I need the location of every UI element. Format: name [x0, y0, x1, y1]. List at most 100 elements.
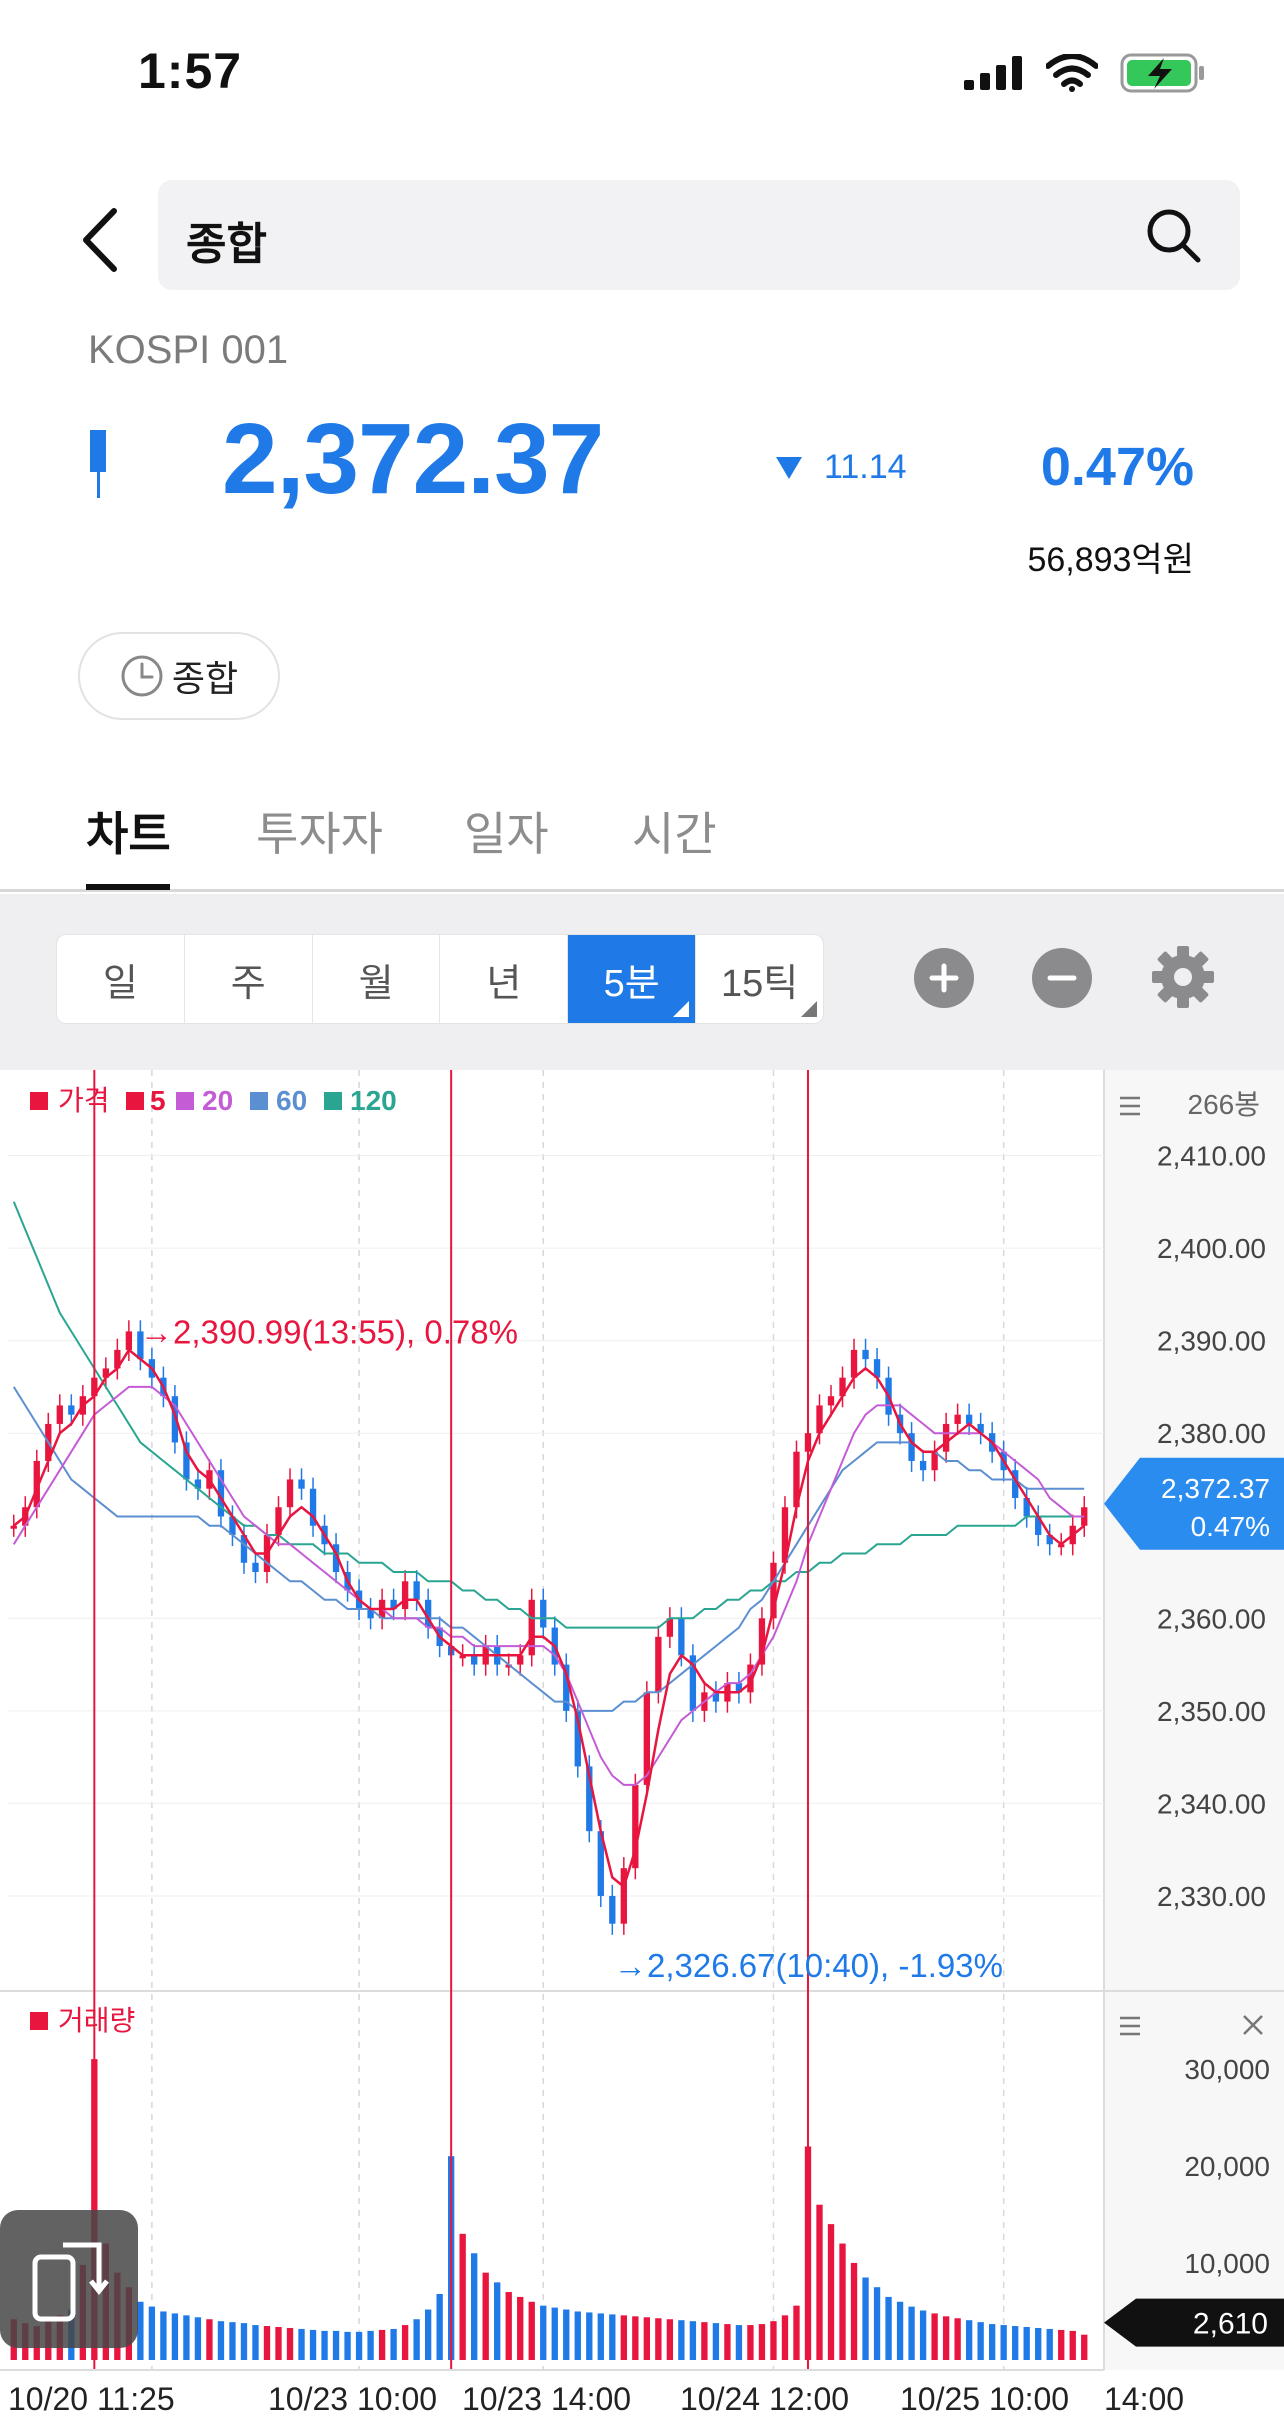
- rotate-screen-button[interactable]: [0, 2210, 138, 2348]
- volume-bar: [919, 2310, 927, 2360]
- corner-triangle-icon: [800, 1001, 817, 1017]
- period-year[interactable]: 년: [440, 935, 569, 1023]
- period-week[interactable]: 주: [185, 935, 313, 1023]
- chart-area[interactable]: 가격 5 20 60 120 266봉 2,410.00 2,400.00 2,39…: [0, 1070, 1284, 2422]
- y-tick-label: 2,380.00: [1157, 1418, 1266, 1449]
- period-day[interactable]: 일: [57, 935, 185, 1023]
- period-day-label: 일: [102, 962, 138, 1005]
- price-candle: [954, 1414, 961, 1424]
- volume-bar: [781, 2315, 789, 2360]
- volume-bar: [517, 2296, 524, 2360]
- chevron-left-icon: [83, 208, 117, 272]
- wifi-icon: [1046, 54, 1098, 92]
- volume-bar: [1000, 2325, 1007, 2360]
- x-tick-label: 10/23 10:00: [268, 2381, 437, 2417]
- tab-daily[interactable]: 일자: [464, 798, 549, 864]
- tab-underline: [86, 884, 170, 890]
- volume-bar: [678, 2320, 685, 2360]
- period-month-label: 월: [358, 962, 394, 1005]
- volume-bar: [321, 2330, 328, 2360]
- volume-bar: [666, 2319, 674, 2360]
- legend-swatch-ma5: [126, 1092, 144, 1110]
- volume-bar: [355, 2331, 363, 2360]
- volume-bar: [701, 2322, 708, 2360]
- volume-bar: [378, 2329, 386, 2360]
- volume-bar: [551, 2307, 558, 2360]
- volume-bar: [632, 2316, 639, 2360]
- trade-amount: 56,893억원: [1027, 541, 1194, 579]
- volume-bar: [712, 2323, 720, 2360]
- price-candle: [125, 1331, 133, 1350]
- volume-bar: [586, 2312, 593, 2360]
- x-tick-label: 10/23 14:00: [462, 2381, 631, 2417]
- period-15tick-label: 15틱: [720, 962, 799, 1005]
- volume-bar: [332, 2330, 340, 2360]
- price-chart[interactable]: 가격 5 20 60 120 266봉 2,410.00 2,400.00 2,39…: [0, 1070, 1284, 2422]
- volume-bar: [735, 2325, 743, 2360]
- tab-time[interactable]: 시간: [632, 798, 717, 864]
- volume-bar: [252, 2325, 259, 2360]
- price-candle: [919, 1460, 927, 1471]
- period-selector: 일 주 월 년 5분 15틱: [56, 934, 824, 1024]
- volume-bar: [908, 2306, 915, 2360]
- price-candle: [655, 1636, 662, 1693]
- corner-triangle-icon: [673, 1001, 690, 1017]
- index-price: 2,372.37: [222, 403, 604, 515]
- volume-bar: [1081, 2334, 1088, 2360]
- volume-bar: [954, 2318, 961, 2360]
- index-change: 11.14: [776, 448, 907, 487]
- index-code: KOSPI 001: [88, 328, 289, 372]
- high-annotation-label: 2,390.99(13:55), 0.78%: [173, 1313, 518, 1350]
- low-annotation-label: 2,326.67(10:40), -1.93%: [647, 1947, 1003, 1984]
- volume-bar: [1069, 2330, 1076, 2360]
- volume-bar: [1023, 2327, 1030, 2360]
- gear-icon[interactable]: [1150, 944, 1216, 1010]
- period-month[interactable]: 월: [313, 935, 441, 1023]
- current-price-badge: 2,372.37 0.47%: [1104, 1457, 1284, 1550]
- zoom-in-button[interactable]: [914, 948, 974, 1008]
- current-price-pct: 0.47%: [1191, 1511, 1270, 1542]
- y-tick-label: 2,330.00: [1157, 1881, 1266, 1912]
- tab-chart[interactable]: 차트: [86, 798, 171, 864]
- volume-bar: [183, 2315, 190, 2360]
- signal-icon: [964, 56, 1022, 90]
- arrow-right-icon: →: [614, 1947, 647, 1984]
- legend-ma60: 60: [276, 1085, 307, 1116]
- search-input[interactable]: 종합: [158, 180, 1240, 290]
- high-annotation: →2,390.99(13:55), 0.78%: [140, 1313, 518, 1350]
- volume-bar: [171, 2313, 179, 2360]
- volume-bar: [988, 2324, 996, 2360]
- volume-bar: [885, 2296, 892, 2360]
- tab-investor[interactable]: 투자자: [256, 798, 383, 864]
- minus-icon: [1047, 975, 1077, 981]
- y-tick-label: 2,410.00: [1157, 1141, 1266, 1172]
- chip-label: 종합: [171, 658, 239, 699]
- low-annotation: →2,326.67(10:40), -1.93%: [614, 1947, 1003, 1984]
- price-candle: [413, 1581, 420, 1600]
- volume-bar: [344, 2331, 351, 2360]
- tab-bar: 차트 투자자 일자 시간: [0, 780, 1284, 892]
- volume-tick-label: 30,000: [1184, 2054, 1270, 2085]
- volume-bar: [563, 2309, 570, 2360]
- volume-bar: [770, 2321, 777, 2360]
- x-tick-label: 14:00: [1104, 2381, 1184, 2417]
- volume-bar: [424, 2309, 432, 2360]
- search-icon[interactable]: [1146, 208, 1202, 264]
- period-5min[interactable]: 5분: [568, 935, 697, 1023]
- volume-bar: [482, 2272, 489, 2360]
- volume-bar: [747, 2325, 754, 2360]
- volume-tick-label: 20,000: [1184, 2151, 1270, 2182]
- zoom-out-button[interactable]: [1032, 948, 1092, 1008]
- bar-count: 266봉: [1188, 1089, 1260, 1120]
- volume-bar: [229, 2322, 236, 2360]
- market-chip[interactable]: 종합: [78, 632, 280, 720]
- legend-swatch-ma120: [324, 1092, 342, 1110]
- volume-bar: [793, 2305, 800, 2360]
- status-time: 1:57: [138, 43, 243, 99]
- volume-bar: [367, 2330, 374, 2360]
- back-button[interactable]: [70, 200, 130, 280]
- volume-bar: [620, 2315, 627, 2360]
- legend-swatch-price: [30, 1092, 48, 1110]
- period-15tick[interactable]: 15틱: [696, 935, 823, 1023]
- legend-swatch-ma60: [250, 1092, 268, 1110]
